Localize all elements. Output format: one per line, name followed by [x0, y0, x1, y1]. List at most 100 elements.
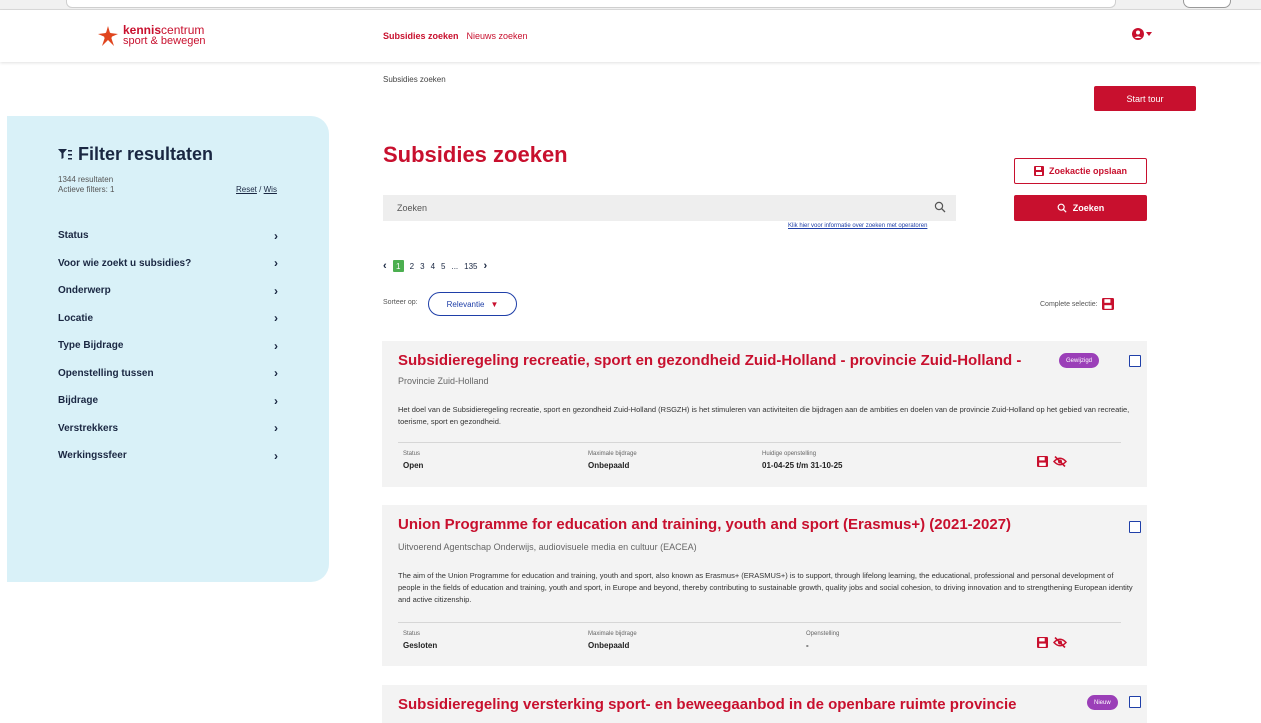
filter-locatie[interactable]: Locatie › — [58, 305, 278, 333]
active-filters-count: Actieve filters: 1 — [58, 185, 115, 194]
result-description: Het doel van de Subsidieregeling recreat… — [398, 405, 1130, 426]
nav-subsidies-zoeken[interactable]: Subsidies zoeken — [383, 31, 459, 41]
result-card: Subsidieregeling versterking sport- en b… — [382, 685, 1147, 723]
filter-werkingssfeer[interactable]: Werkingssfeer › — [58, 442, 278, 470]
page-link[interactable]: 4 — [431, 262, 435, 271]
clear-link[interactable]: Wis — [264, 185, 277, 194]
result-card: Union Programme for education and traini… — [382, 505, 1147, 666]
result-select-checkbox[interactable] — [1129, 521, 1141, 533]
chevron-right-icon: › — [274, 448, 278, 463]
filter-label: Bijdrage — [58, 395, 99, 407]
period-label: Openstelling — [806, 631, 840, 637]
card-divider — [398, 442, 1121, 443]
chevron-right-icon: › — [274, 366, 278, 381]
save-search-button[interactable]: Zoekactie opslaan — [1014, 158, 1147, 184]
sort-value: Relevantie — [446, 299, 485, 309]
filter-label: Verstrekkers — [58, 422, 119, 434]
filter-onderwerp[interactable]: Onderwerp › — [58, 277, 278, 305]
filter-title-text: Filter resultaten — [78, 144, 214, 164]
reset-links: Reset / Wis — [236, 185, 277, 194]
filter-label: Werkingssfeer — [58, 450, 127, 462]
search-input[interactable]: Zoeken — [383, 195, 956, 221]
search-icon — [1057, 203, 1067, 213]
complete-selection-label: Complete selectie: — [1040, 300, 1098, 308]
browser-button[interactable] — [1183, 0, 1231, 8]
site-logo[interactable]: kenniscentrum sport & bewegen — [97, 22, 206, 50]
logo-figure-icon — [98, 26, 118, 46]
eye-slash-icon[interactable] — [1053, 637, 1067, 648]
period-value: 01-04-25 t/m 31-10-25 — [762, 461, 843, 470]
reset-link[interactable]: Reset — [236, 185, 257, 194]
page-title: Subsidies zoeken — [383, 142, 568, 167]
floppy-disk-icon — [1033, 166, 1044, 176]
logo-subtitle: sport & bewegen — [123, 35, 206, 47]
max-contribution-value: Onbepaald — [588, 641, 630, 650]
chevron-right-icon: › — [274, 256, 278, 271]
page-prev[interactable]: ‹ — [383, 260, 387, 272]
page-current[interactable]: 1 — [392, 260, 404, 272]
address-bar[interactable] — [66, 0, 1116, 8]
nav-nieuws-zoeken[interactable]: Nieuws zoeken — [467, 31, 528, 41]
max-contribution-value: Onbepaald — [588, 461, 630, 470]
chevron-right-icon: › — [274, 421, 278, 436]
result-title[interactable]: Subsidieregeling versterking sport- en b… — [398, 696, 1016, 713]
start-tour-button[interactable]: Start tour — [1094, 86, 1196, 111]
status-value: Gesloten — [403, 641, 438, 650]
result-title[interactable]: Subsidieregeling recreatie, sport en gez… — [398, 352, 1021, 369]
floppy-disk-icon[interactable] — [1101, 298, 1114, 310]
status-value: Open — [403, 461, 424, 470]
chevron-right-icon: › — [274, 283, 278, 298]
filter-verstrekkers[interactable]: Verstrekkers › — [58, 415, 278, 443]
chevron-right-icon: › — [274, 228, 278, 243]
result-select-checkbox[interactable] — [1129, 355, 1141, 367]
search-button[interactable]: Zoeken — [1014, 195, 1147, 221]
sort-dropdown[interactable]: Relevantie ▼ — [428, 292, 517, 316]
max-contribution-label: Maximale bijdrage — [588, 451, 637, 457]
period-value: - — [806, 641, 809, 650]
page-link[interactable]: 2 — [410, 262, 414, 271]
status-label: Status — [403, 631, 421, 637]
page-link-last[interactable]: 135 — [464, 262, 477, 271]
sort-label: Sorteer op: — [383, 299, 418, 306]
floppy-disk-icon[interactable] — [1037, 637, 1048, 648]
result-organisation: Uitvoerend Agentschap Onderwijs, audiovi… — [398, 542, 697, 552]
complete-selection: Complete selectie: — [1040, 298, 1114, 310]
floppy-disk-icon[interactable] — [1037, 456, 1048, 467]
result-card: Subsidieregeling recreatie, sport en gez… — [382, 341, 1147, 487]
filter-type-bijdrage[interactable]: Type Bijdrage › — [58, 332, 278, 360]
filter-label: Onderwerp — [58, 285, 111, 297]
user-menu[interactable] — [1132, 28, 1152, 40]
page-ellipsis: ... — [451, 261, 459, 271]
results-count: 1344 resultaten — [58, 175, 114, 184]
main-nav: Subsidies zoeken Nieuws zoeken — [383, 31, 528, 41]
page-link[interactable]: 5 — [441, 262, 445, 271]
browser-chrome-strip — [0, 0, 1261, 10]
filter-status[interactable]: Status › — [58, 222, 278, 250]
filter-label: Locatie — [58, 312, 94, 324]
period-label: Huidige openstelling — [762, 451, 817, 457]
page-next[interactable]: › — [484, 260, 488, 272]
search-button-label: Zoeken — [1072, 203, 1105, 213]
save-search-label: Zoekactie opslaan — [1048, 166, 1128, 176]
filter-bijdrage[interactable]: Bijdrage › — [58, 387, 278, 415]
page-link[interactable]: 3 — [420, 262, 424, 271]
caret-down-icon — [1146, 32, 1152, 36]
filter-icon — [58, 148, 72, 159]
chevron-right-icon: › — [274, 393, 278, 408]
breadcrumb[interactable]: Subsidies zoeken — [383, 75, 446, 84]
status-badge: Gewijzigd — [1059, 353, 1100, 368]
search-icon — [934, 201, 946, 213]
filter-label: Status — [58, 230, 89, 242]
filter-label: Openstelling tussen — [58, 367, 154, 379]
filter-sidebar: Filter resultaten 1344 resultaten Actiev… — [7, 116, 329, 582]
filter-meta: 1344 resultaten Actieve filters: 1 — [58, 175, 114, 195]
result-select-checkbox[interactable] — [1129, 696, 1141, 708]
filter-audience[interactable]: Voor wie zoekt u subsidies? › — [58, 250, 278, 278]
result-title[interactable]: Union Programme for education and traini… — [398, 516, 1011, 533]
filter-list: Status › Voor wie zoekt u subsidies? › Ond… — [58, 222, 278, 470]
filter-openstelling[interactable]: Openstelling tussen › — [58, 360, 278, 388]
eye-slash-icon[interactable] — [1053, 456, 1067, 467]
status-label: Status — [403, 451, 421, 457]
operator-info-link[interactable]: Klik hier voor informatie over zoeken me… — [788, 223, 927, 229]
card-actions — [1037, 637, 1067, 648]
